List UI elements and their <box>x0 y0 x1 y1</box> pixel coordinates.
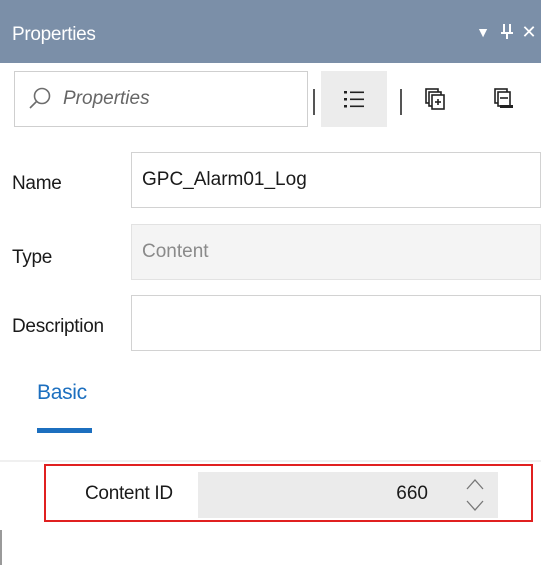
toolbar-separator <box>400 89 402 115</box>
pin-icon[interactable] <box>498 22 516 42</box>
content-id-label: Content ID <box>85 483 173 504</box>
properties-panel: Properties ▼ ✕ Properties Name GPC_Alarm… <box>0 0 541 565</box>
properties-toolbar <box>0 63 541 135</box>
close-icon[interactable]: ✕ <box>520 22 538 42</box>
content-id-stepper[interactable]: 660 <box>198 472 498 518</box>
search-input[interactable] <box>63 84 293 114</box>
pin-icon-svg <box>501 24 513 39</box>
type-label: Type <box>12 247 52 268</box>
panel-title: Properties <box>12 24 96 45</box>
description-field[interactable] <box>131 295 541 351</box>
collapse-icon <box>425 88 445 110</box>
chevron-down-icon[interactable] <box>464 497 486 515</box>
content-id-value[interactable]: 660 <box>396 483 428 505</box>
search-icon <box>29 87 51 109</box>
list-icon <box>344 91 364 108</box>
collapse-all-button[interactable] <box>407 71 463 127</box>
type-field <box>131 224 541 280</box>
description-label: Description <box>12 316 104 337</box>
panel-title-bar: Properties ▼ ✕ <box>0 0 541 63</box>
dropdown-arrow-icon[interactable]: ▼ <box>474 22 492 42</box>
name-label: Name <box>12 173 62 194</box>
toolbar-separator <box>313 89 315 115</box>
tab-basic-underline <box>37 428 92 433</box>
section-divider <box>0 460 541 462</box>
name-field[interactable] <box>131 152 541 208</box>
tab-basic[interactable]: Basic <box>37 381 87 405</box>
panel-left-edge <box>0 530 2 565</box>
chevron-up-icon[interactable] <box>464 475 486 493</box>
search-box[interactable] <box>14 71 308 127</box>
expand-icon <box>494 88 513 108</box>
categorized-list-button[interactable] <box>321 71 387 127</box>
expand-all-button[interactable] <box>473 71 535 127</box>
